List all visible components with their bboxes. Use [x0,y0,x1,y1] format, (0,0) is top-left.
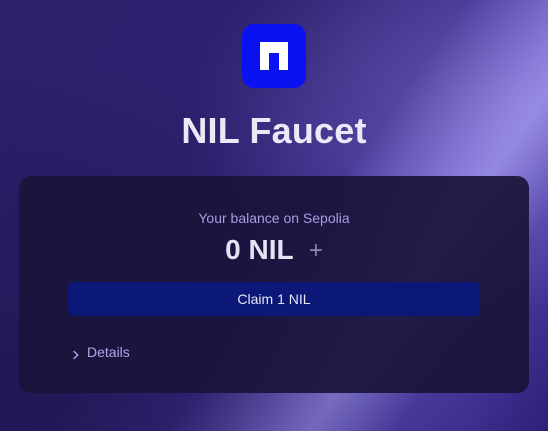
nil-logo-icon [242,24,306,88]
balance-amount: 0 [225,234,241,265]
details-toggle[interactable]: Details [71,342,130,362]
balance-label: Your balance on Sepolia [198,210,350,226]
balance-display: 0 NIL + [19,232,529,269]
faucet-card: Your balance on Sepolia 0 NIL + Claim 1 … [19,176,529,393]
page-title: NIL Faucet [181,110,367,151]
details-label: Details [87,344,130,360]
balance-unit: NIL [248,234,294,265]
claim-button[interactable]: Claim 1 NIL [68,282,480,316]
plus-icon[interactable]: + [309,233,323,269]
chevron-right-icon [71,347,81,360]
